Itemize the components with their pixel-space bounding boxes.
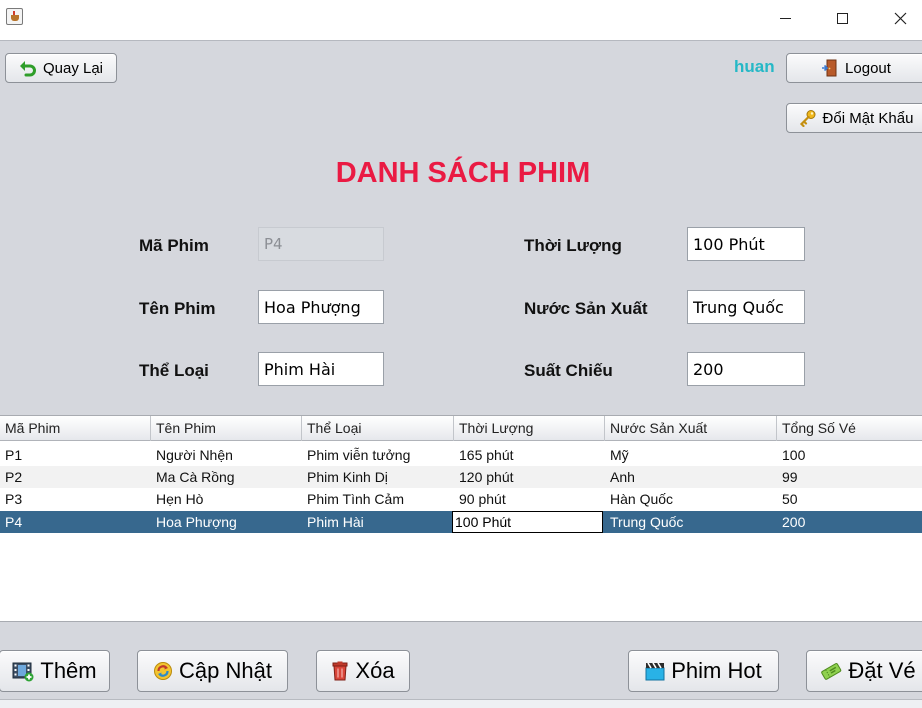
table-row[interactable]: P2 Ma Cà Rồng Phim Kinh Dị 120 phút Anh … [0, 466, 922, 488]
film-add-icon [12, 662, 34, 682]
maximize-button[interactable] [819, 0, 865, 36]
page-title: DANH SÁCH PHIM [335, 157, 591, 189]
suat-chieu-field[interactable] [687, 352, 805, 386]
add-button-label: Thêm [40, 658, 97, 683]
ten-phim-field[interactable] [258, 290, 384, 324]
table-cell: Hẹn Hò [156, 491, 204, 507]
table-cell: P3 [5, 491, 23, 507]
table-cell: Hàn Quốc [610, 491, 674, 507]
column-header[interactable]: Thể Loại [302, 416, 454, 441]
logout-button[interactable]: Logout [786, 53, 922, 83]
table-cell: P4 [5, 514, 23, 530]
change-password-button[interactable]: Đổi Mật Khẩu [786, 103, 922, 133]
nuoc-san-xuat-label: Nước Sản Xuất [524, 299, 648, 318]
clapperboard-icon [645, 662, 665, 681]
trash-icon [332, 661, 348, 681]
hot-movies-button[interactable]: Phim Hot [628, 650, 779, 692]
column-header[interactable]: Mã Phim [0, 416, 151, 441]
suat-chieu-label: Suất Chiếu [524, 361, 613, 380]
movie-table[interactable]: Mã Phim Tên Phim Thể Loại Thời Lượng Nướ… [0, 415, 922, 622]
column-header[interactable]: Tên Phim [151, 416, 302, 441]
close-icon [894, 12, 906, 24]
table-cell: 200 [782, 514, 806, 530]
table-cell-editor[interactable]: 100 Phút [452, 511, 603, 533]
table-cell: 99 [782, 469, 798, 485]
table-cell: 90 phút [459, 491, 506, 507]
table-cell: Phim Hài [307, 514, 364, 530]
refresh-icon [154, 662, 173, 680]
table-cell: 100 [782, 447, 806, 463]
main-panel: Quay Lại huan Logout Đổi Mật Khẩu DANH S… [0, 40, 922, 708]
column-header[interactable]: Nước Sản Xuất [605, 416, 777, 441]
table-cell: Trung Quốc [610, 514, 684, 530]
the-loai-field[interactable] [258, 352, 384, 386]
table-cell: P2 [5, 469, 23, 485]
add-button[interactable]: Thêm [0, 650, 110, 692]
door-exit-icon [822, 59, 837, 77]
nuoc-san-xuat-field[interactable] [687, 290, 805, 324]
thoi-luong-field[interactable] [687, 227, 805, 261]
table-cell: 165 phút [459, 447, 514, 463]
table-cell: Phim Tình Cảm [307, 491, 404, 507]
table-cell: Người Nhện [156, 447, 233, 463]
book-ticket-button[interactable]: Đặt Vé [806, 650, 922, 692]
table-cell: Mỹ [610, 447, 629, 463]
table-cell: Phim viễn tưởng [307, 447, 411, 463]
table-cell: 50 [782, 491, 798, 507]
minimize-icon [779, 17, 791, 19]
book-ticket-button-label: Đặt Vé [848, 658, 916, 683]
ticket-icon [821, 663, 842, 680]
thoi-luong-label: Thời Lượng [524, 236, 622, 255]
delete-button-label: Xóa [355, 658, 395, 683]
the-loai-label: Thể Loại [139, 361, 209, 380]
table-header: Mã Phim Tên Phim Thể Loại Thời Lượng Nướ… [0, 416, 922, 441]
change-password-label: Đổi Mật Khẩu [822, 109, 914, 127]
minimize-button[interactable] [762, 0, 808, 36]
hot-movies-button-label: Phim Hot [671, 658, 762, 683]
column-header[interactable]: Thời Lượng [454, 416, 605, 441]
undo-arrow-icon [19, 61, 36, 77]
table-row-selected[interactable]: P4 Hoa Phượng Phim Hài 100 Phút Trung Qu… [0, 511, 922, 533]
table-cell: Phim Kinh Dị [307, 469, 388, 485]
java-cup-icon [6, 8, 23, 25]
bottom-separator [0, 699, 922, 708]
maximize-icon [836, 12, 848, 24]
update-button[interactable]: Cập Nhật [137, 650, 288, 692]
back-button-label: Quay Lại [42, 59, 104, 77]
ma-phim-label: Mã Phim [139, 236, 209, 255]
table-row[interactable]: P3 Hẹn Hò Phim Tình Cảm 90 phút Hàn Quốc… [0, 488, 922, 510]
key-icon [799, 110, 816, 127]
ma-phim-field [258, 227, 384, 261]
table-cell: Hoa Phượng [156, 514, 237, 530]
window-titlebar [0, 0, 922, 40]
ten-phim-label: Tên Phim [139, 299, 216, 318]
table-cell: P1 [5, 447, 23, 463]
table-cell: 120 phút [459, 469, 514, 485]
username-label: huan [734, 57, 775, 76]
table-row[interactable]: P1 Người Nhện Phim viễn tưởng 165 phút M… [0, 444, 922, 466]
back-button[interactable]: Quay Lại [5, 53, 117, 83]
column-header[interactable]: Tổng Số Vé [777, 416, 922, 441]
logout-button-label: Logout [845, 59, 891, 77]
table-cell: Anh [610, 469, 635, 485]
update-button-label: Cập Nhật [179, 658, 272, 683]
close-button[interactable] [877, 0, 922, 36]
delete-button[interactable]: Xóa [316, 650, 410, 692]
table-cell: Ma Cà Rồng [156, 469, 235, 485]
